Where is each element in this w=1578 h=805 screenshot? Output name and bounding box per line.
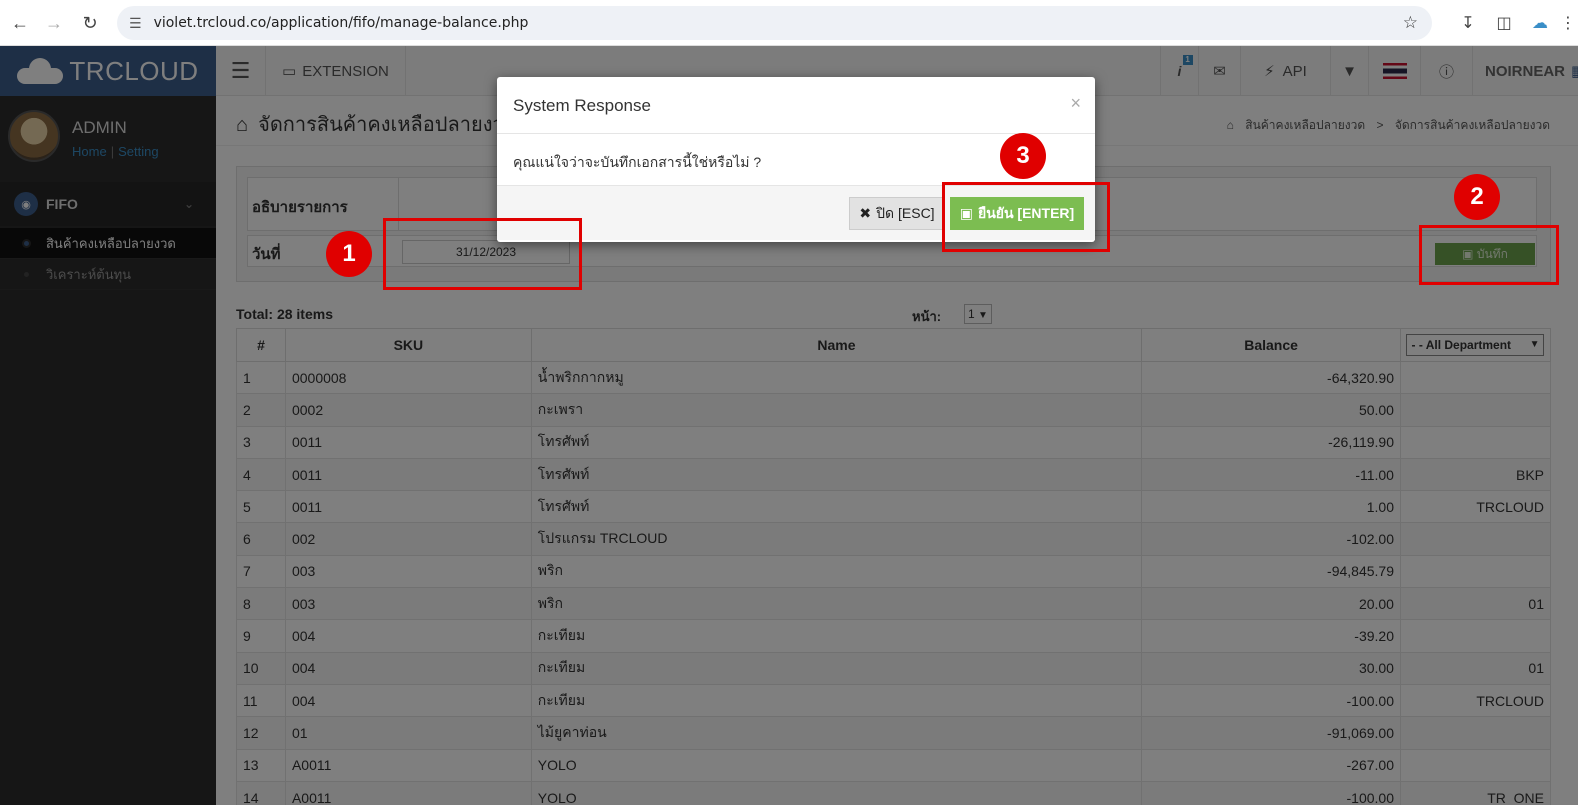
modal-message: คุณแน่ใจว่าจะบันทึกเอกสารนี้ใช่หรือไม่ ?	[513, 154, 762, 170]
close-esc-button[interactable]: ✖ ปิด [ESC]	[849, 197, 945, 230]
highlight-box-date	[383, 218, 582, 290]
back-icon[interactable]: ←	[2, 5, 38, 41]
reload-icon[interactable]: ↻	[72, 5, 108, 41]
bookmark-star-icon[interactable]: ☆	[1403, 13, 1418, 33]
side-panel-icon[interactable]: ◫	[1486, 13, 1522, 33]
extension-cloud-icon[interactable]: ☁	[1522, 13, 1558, 33]
step-badge-1: 1	[326, 231, 372, 277]
forward-icon[interactable]: →	[36, 5, 72, 41]
close-icon[interactable]: ×	[1070, 93, 1081, 114]
highlight-box-save	[1419, 225, 1559, 285]
site-settings-icon[interactable]: ☰	[129, 15, 142, 32]
browser-menu-icon[interactable]: ⋮	[1558, 13, 1578, 33]
download-icon[interactable]: ↧	[1450, 13, 1486, 33]
x-icon: ✖	[859, 205, 872, 221]
step-badge-3: 3	[1000, 133, 1046, 179]
url-text: violet.trcloud.co/application/fifo/manag…	[153, 15, 529, 31]
browser-toolbar: ← → ↻ ☰ violet.trcloud.co/application/fi…	[0, 0, 1578, 46]
address-bar[interactable]: ☰ violet.trcloud.co/application/fifo/man…	[117, 6, 1432, 40]
step-badge-2: 2	[1454, 174, 1500, 220]
highlight-box-confirm	[942, 182, 1110, 252]
modal-title: System Response	[513, 96, 651, 115]
modal-header: System Response ×	[497, 77, 1095, 134]
close-button-label: ปิด [ESC]	[876, 204, 935, 221]
